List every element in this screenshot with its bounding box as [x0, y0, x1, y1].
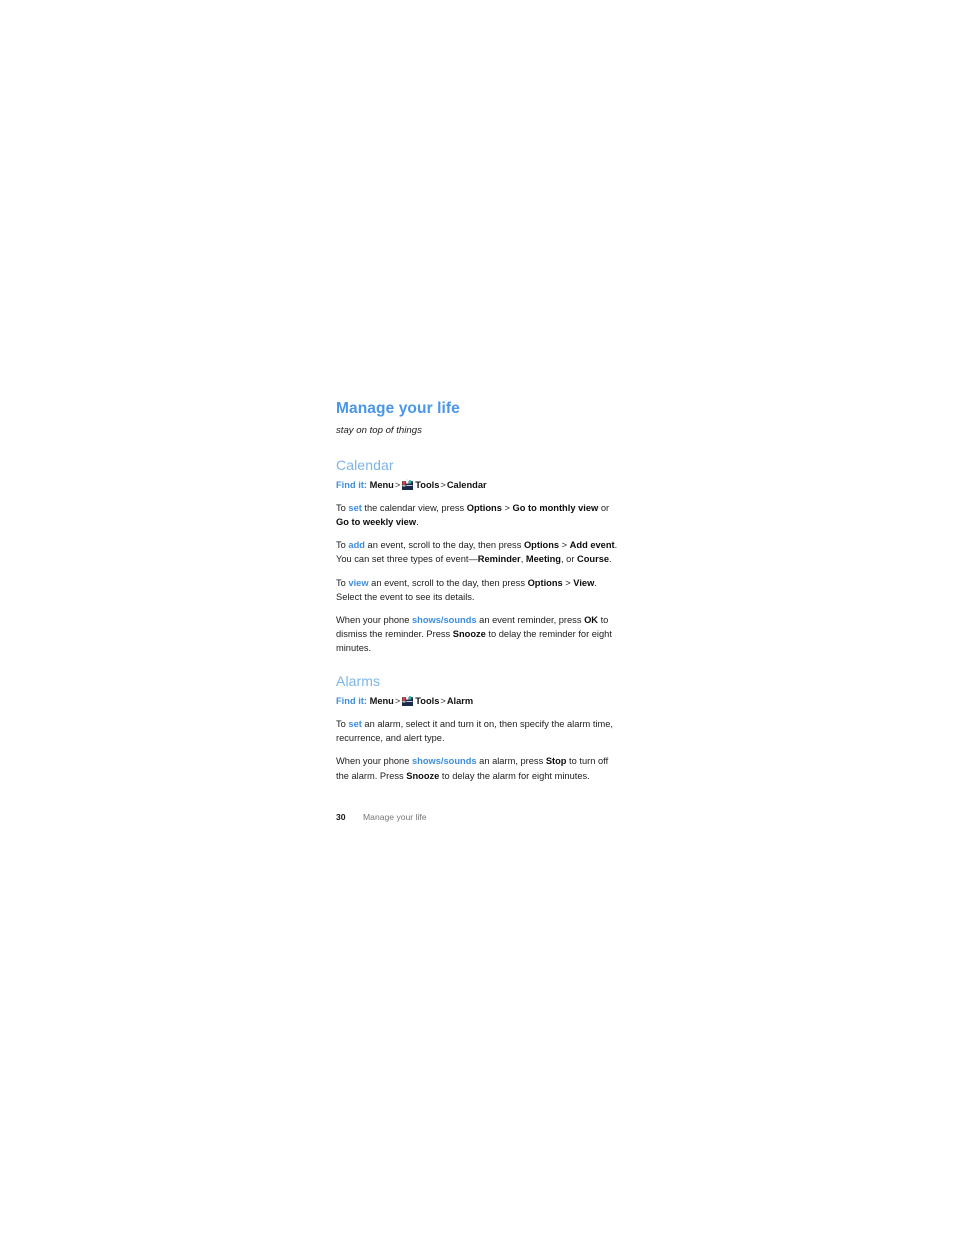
paragraph-set-alarm: To set an alarm, select it and turn it o…	[336, 717, 618, 745]
ui-term-go-to-weekly-view: Go to weekly view	[336, 517, 417, 528]
paragraph-alarm-sounds: When your phone shows/sounds an alarm, p…	[336, 754, 618, 782]
paragraph-event-reminder: When your phone shows/sounds an event re…	[336, 613, 618, 655]
ui-term-options: Options	[523, 540, 560, 551]
tools-icon	[402, 694, 414, 706]
text-run: To	[336, 719, 349, 730]
calendar-path-item[interactable]: Calendar	[447, 480, 487, 490]
text-run: >	[562, 577, 574, 588]
tools-path-item[interactable]: Tools	[415, 696, 439, 706]
ui-term-course: Course	[577, 554, 610, 565]
alarm-path-item[interactable]: Alarm	[447, 696, 473, 706]
text-run: an alarm, press	[476, 756, 546, 767]
text-run: >	[501, 503, 513, 514]
tools-path-item[interactable]: Tools	[415, 480, 439, 490]
menu-path-item[interactable]: Menu	[370, 696, 394, 706]
paragraph-view-event: To view an event, scroll to the day, the…	[336, 576, 618, 604]
menu-path-item[interactable]: Menu	[370, 480, 394, 490]
ui-term-snooze: Snooze	[406, 770, 440, 781]
find-it-label: Find it:	[336, 695, 367, 706]
text-run: , or	[560, 554, 577, 565]
ui-term-stop: Stop	[545, 756, 567, 767]
text-run: To	[336, 503, 349, 514]
text-run: or	[598, 503, 610, 514]
paragraph-set-calendar-view: To set the calendar view, press Options …	[336, 501, 618, 529]
text-run: an event reminder, press	[476, 614, 585, 625]
path-separator: >	[440, 695, 446, 706]
text-run: When your phone	[336, 614, 412, 625]
paragraph-add-event: To add an event, scroll to the day, then…	[336, 538, 618, 566]
find-it-path-calendar: Find it: Menu> Tools>Calendar	[336, 478, 618, 492]
text-run: When your phone	[336, 756, 412, 767]
document-page: Manage your life stay on top of things C…	[0, 0, 954, 1235]
text-run: To	[336, 577, 349, 588]
text-run: an event, scroll to the day, then press	[368, 577, 528, 588]
page-footer: 30 Manage your life	[336, 812, 427, 823]
accent-term-shows-sounds: shows/sounds	[411, 614, 477, 625]
tools-icon	[402, 478, 414, 490]
footer-page-number: 30	[336, 812, 346, 822]
path-separator: >	[394, 695, 401, 706]
find-it-path-alarms: Find it: Menu> Tools>Alarm	[336, 694, 618, 708]
ui-term-meeting: Meeting	[525, 554, 561, 565]
accent-term-view: view	[348, 577, 369, 588]
ui-term-options: Options	[466, 503, 502, 514]
section-heading-alarms: Alarms	[336, 673, 381, 690]
ui-term-options: Options	[527, 577, 563, 588]
section-heading-calendar: Calendar	[336, 457, 394, 474]
page-title: Manage your life	[336, 400, 460, 417]
ui-term-snooze: Snooze	[452, 628, 486, 639]
ui-term-view: View	[573, 577, 595, 588]
page-subtitle: stay on top of things	[336, 424, 422, 436]
accent-term-set: set	[348, 719, 362, 730]
text-run: to delay the alarm for eight minutes.	[439, 770, 590, 781]
text-run: To	[336, 540, 349, 551]
accent-term-shows-sounds: shows/sounds	[411, 756, 477, 767]
section-calendar: Calendar Find it: Menu> Tools>Calendar To…	[336, 457, 618, 655]
ui-term-ok: OK	[584, 614, 599, 625]
footer-section-title: Manage your life	[363, 812, 427, 822]
path-separator: >	[440, 479, 446, 490]
text-run: .	[416, 517, 419, 528]
text-run: >	[559, 540, 570, 551]
text-run: the calendar view, press	[361, 503, 467, 514]
content-column: Manage your life stay on top of things C…	[336, 400, 618, 783]
accent-term-add: add	[348, 540, 365, 551]
text-run: an alarm, select it and turn it on, then…	[336, 719, 613, 744]
find-it-label: Find it:	[336, 479, 367, 490]
ui-term-add-event: Add event	[569, 540, 615, 551]
text-run: an event, scroll to the day, then press	[364, 540, 524, 551]
text-run: .	[609, 554, 612, 565]
path-separator: >	[394, 479, 401, 490]
accent-term-set: set	[348, 503, 362, 514]
ui-term-reminder: Reminder	[477, 554, 521, 565]
section-alarms: Alarms Find it: Menu> Tools>Alarm To set …	[336, 673, 618, 782]
ui-term-go-to-monthly-view: Go to monthly view	[512, 503, 599, 514]
